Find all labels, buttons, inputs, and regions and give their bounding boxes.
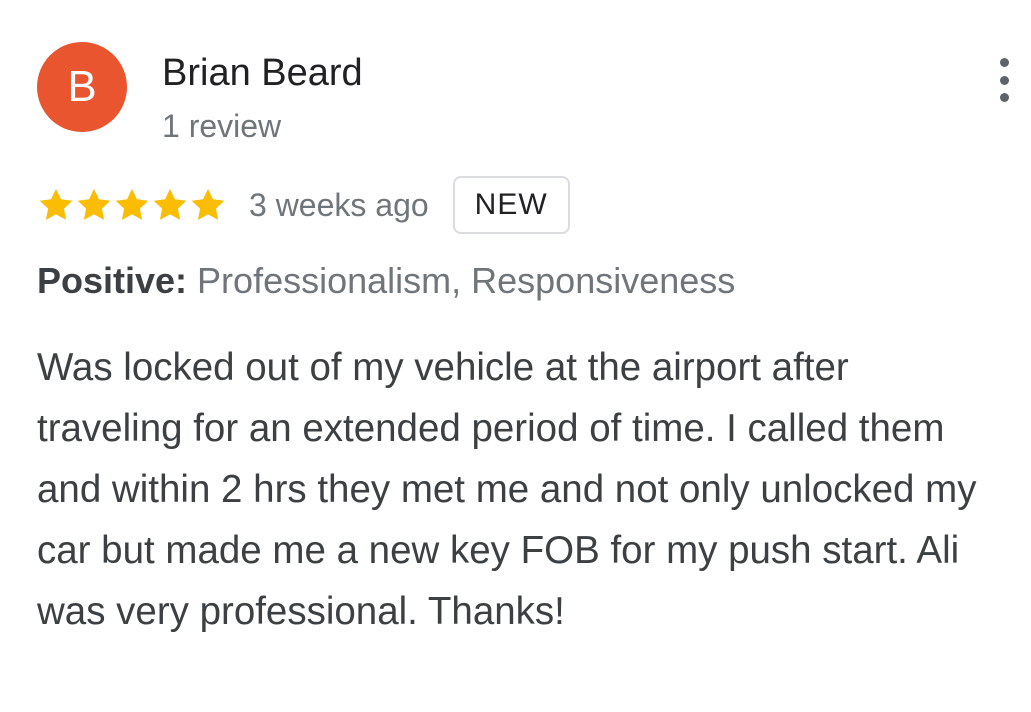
review-count: 1 review	[162, 108, 282, 144]
star-icon	[153, 188, 187, 220]
new-badge: NEW	[452, 176, 570, 234]
avatar[interactable]: B	[37, 42, 127, 132]
review-meta: 3 weeks ago NEW	[37, 174, 570, 236]
more-vert-icon-dot	[999, 93, 1009, 102]
highlights-value: Professionalism, Responsiveness	[197, 260, 736, 301]
star-icon	[115, 188, 149, 220]
review-highlights: Positive: Professionalism, Responsiveness	[37, 258, 735, 304]
star-icon	[191, 188, 225, 220]
star-icon	[77, 188, 111, 220]
star-icon	[39, 188, 73, 220]
more-vert-icon	[999, 58, 1009, 67]
highlights-label: Positive:	[37, 260, 188, 301]
more-vert-icon-dot	[999, 75, 1009, 85]
avatar-initial: B	[67, 62, 97, 111]
star-rating	[37, 174, 227, 236]
reviewer-name[interactable]: Brian Beard	[162, 50, 363, 96]
review-text: Was locked out of my vehicle at the airp…	[37, 346, 977, 633]
more-options-button[interactable]	[990, 58, 1018, 102]
review-time: 3 weeks ago	[249, 186, 429, 223]
